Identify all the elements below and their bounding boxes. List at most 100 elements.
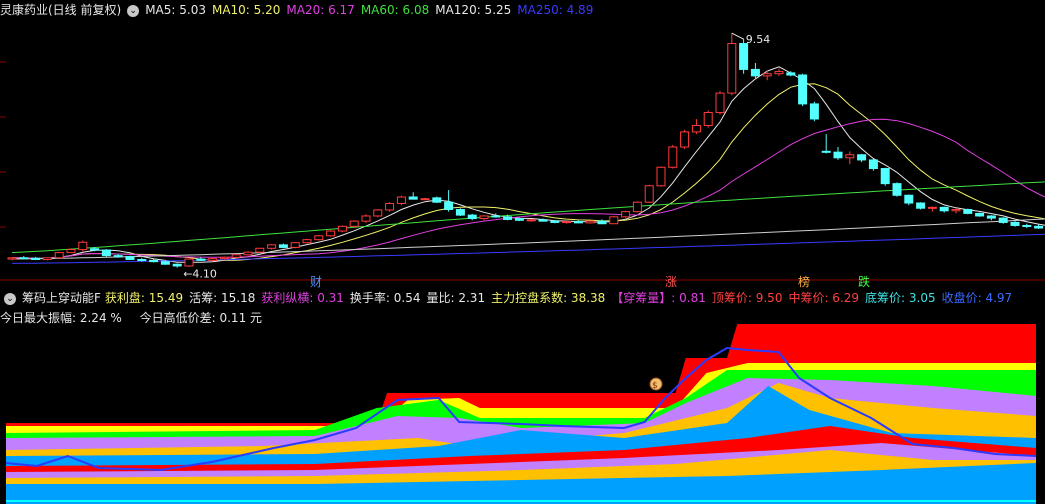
candle — [609, 215, 619, 225]
candle — [267, 244, 277, 250]
indicator-item-1: 活筹: 15.18 — [189, 291, 256, 305]
indicator-item-2: 获利纵横: 0.31 — [261, 291, 344, 305]
candle — [809, 101, 819, 122]
indicator-item-9: 底筹价: 3.05 — [865, 291, 936, 305]
candle-body — [597, 220, 607, 225]
candle-body — [243, 251, 253, 256]
candle-body — [833, 151, 843, 159]
candle — [585, 220, 595, 224]
candle-body — [857, 154, 867, 161]
candle-body — [1034, 225, 1044, 229]
candle — [78, 240, 88, 252]
candle-body — [101, 249, 111, 257]
candle — [278, 243, 288, 249]
candle — [927, 206, 937, 212]
candle-body — [267, 244, 277, 249]
candle — [691, 118, 701, 135]
max-amplitude: 今日最大振幅: 2.24 % — [0, 311, 122, 325]
candle-body — [774, 71, 784, 75]
event-marker-3[interactable]: 跌 — [858, 273, 870, 290]
candle — [975, 212, 985, 217]
candle — [54, 251, 64, 259]
candle — [326, 230, 336, 237]
candle-body — [1022, 224, 1032, 227]
candle-body — [31, 257, 41, 261]
high-pointer — [731, 32, 745, 40]
candle-body — [691, 124, 701, 133]
candle-body — [868, 159, 878, 170]
event-marker-1[interactable]: 涨 — [665, 273, 677, 290]
indicator-header: ⌄ 筹码上穿动能F 获利盘: 15.49 活筹: 15.18 获利纵横: 0.31 换手率… — [0, 289, 1024, 307]
indicator-item-8: 中筹价: 6.29 — [788, 291, 860, 305]
candle — [621, 210, 631, 218]
candle-body — [514, 218, 524, 221]
candle — [1034, 224, 1044, 229]
candle-body — [975, 212, 985, 217]
candle — [373, 209, 383, 218]
candle — [715, 90, 725, 115]
money-bag-icon: $ — [649, 377, 663, 391]
candle — [467, 213, 477, 221]
candle-body — [632, 201, 642, 213]
candle — [31, 256, 41, 261]
candle — [125, 255, 135, 260]
high-price-label: 9.54 — [746, 33, 771, 46]
candle-body — [503, 216, 513, 220]
candle-body — [892, 183, 902, 196]
candle-body — [927, 206, 937, 209]
candle — [597, 219, 607, 225]
candle-body — [585, 220, 595, 224]
candle — [302, 238, 312, 244]
candle-body — [916, 202, 926, 209]
money-bag-symbol: $ — [652, 381, 658, 391]
candle-body — [302, 239, 312, 244]
candle-body — [66, 249, 76, 254]
indicator-item-4: 量比: 2.31 — [426, 291, 486, 305]
candle-body — [739, 43, 749, 70]
candle-body — [113, 255, 123, 258]
candle — [420, 197, 430, 201]
candle-body — [479, 215, 489, 220]
chevron-down-icon[interactable]: ⌄ — [4, 292, 16, 305]
candle-body — [573, 221, 583, 224]
candle — [986, 215, 996, 221]
candle-body — [538, 219, 548, 222]
candle — [1010, 221, 1020, 227]
candle-body — [219, 256, 229, 260]
ma-line-10 — [11, 83, 1045, 261]
event-marker-0[interactable]: 财 — [310, 273, 322, 290]
candle — [750, 62, 760, 79]
candle-body — [208, 258, 218, 261]
candle-body — [290, 242, 300, 248]
candle-body — [172, 263, 182, 267]
candle — [833, 147, 843, 160]
candle-body — [54, 252, 64, 259]
candle — [337, 225, 347, 233]
chip-distribution-chart: $ — [5, 324, 1037, 504]
candle-body — [90, 248, 100, 251]
candle — [455, 208, 465, 216]
candle — [668, 144, 678, 169]
candle-body — [255, 247, 265, 253]
candle-body — [1010, 221, 1020, 226]
candle-body — [821, 150, 831, 153]
candle-body — [420, 198, 430, 201]
candle-body — [78, 241, 88, 251]
candle-body — [278, 244, 288, 248]
candle — [349, 220, 359, 228]
candle-body — [786, 72, 796, 76]
candle-body — [880, 168, 890, 185]
event-marker-2[interactable]: 榜 — [798, 273, 810, 290]
candle — [160, 260, 170, 265]
candle-body — [7, 257, 17, 260]
candle-body — [19, 257, 29, 260]
candle-body — [727, 43, 737, 94]
indicator-name: 筹码上穿动能F — [22, 291, 101, 305]
candle-body — [986, 215, 996, 219]
candle-body — [314, 235, 324, 241]
candle — [880, 167, 890, 186]
indicator-values: 获利盘: 15.49 活筹: 15.18 获利纵横: 0.31 换手率: 0.54 量比… — [105, 291, 1018, 305]
indicator-item-3: 换手率: 0.54 — [349, 291, 421, 305]
candle — [857, 153, 867, 163]
candle-body — [361, 215, 371, 222]
